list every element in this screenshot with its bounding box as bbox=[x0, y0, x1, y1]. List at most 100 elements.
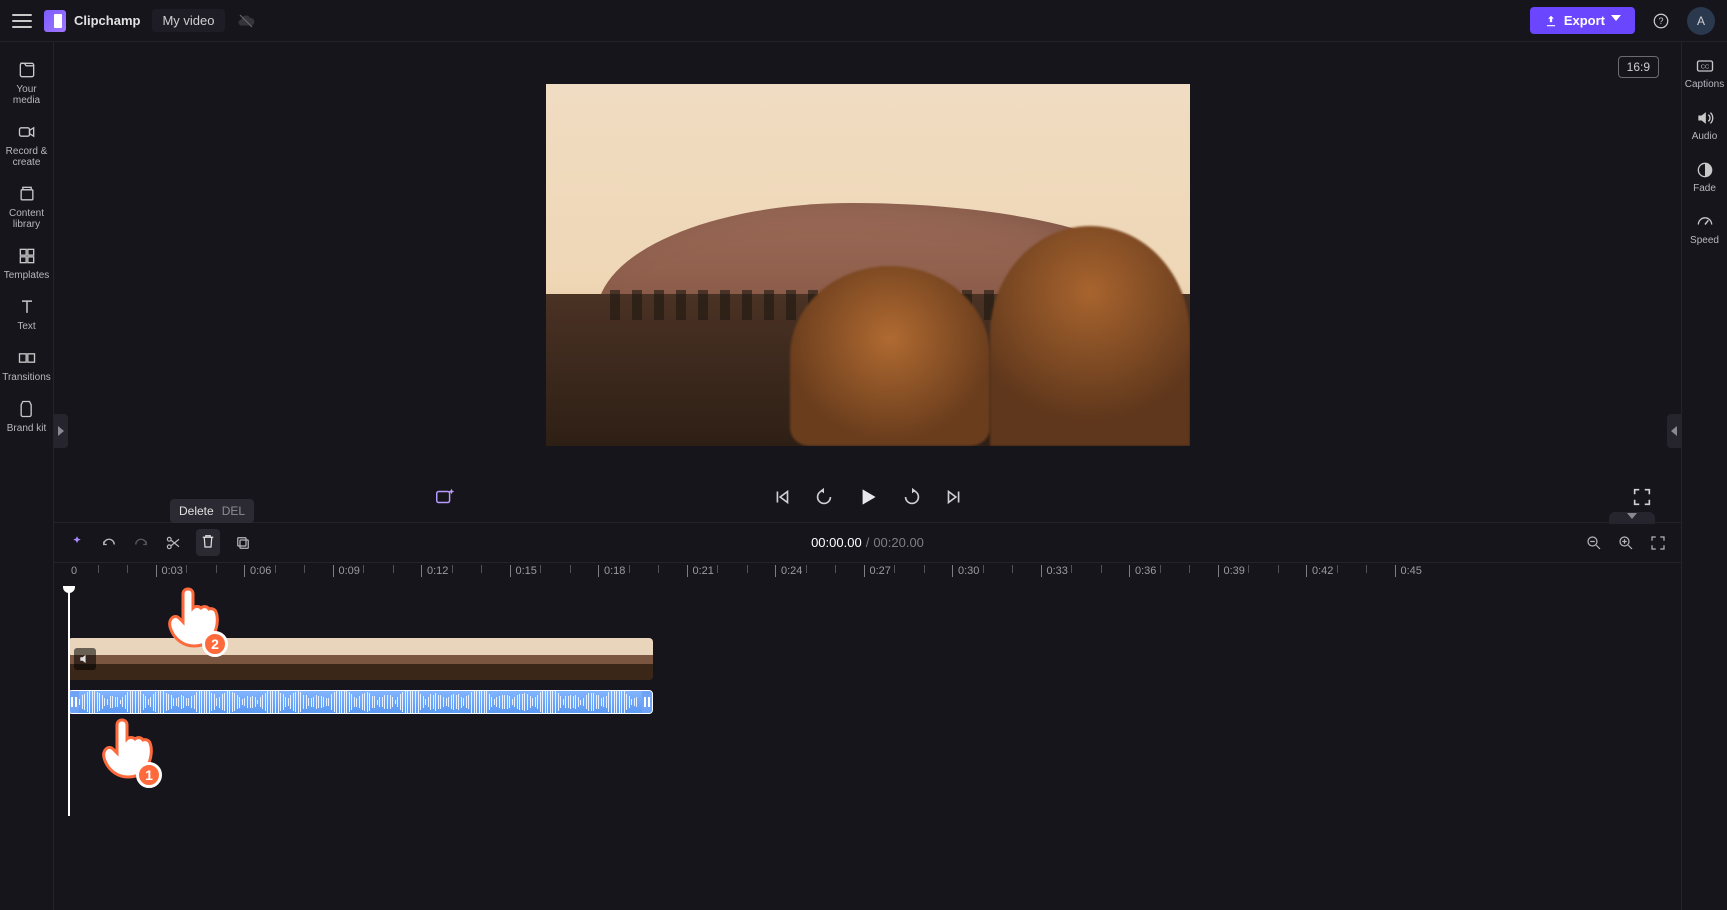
chevron-left-icon bbox=[1671, 426, 1677, 436]
ruler-minor-tick bbox=[98, 565, 99, 573]
sidebar-item-speed[interactable]: Speed bbox=[1682, 212, 1727, 246]
duplicate-icon[interactable] bbox=[234, 534, 252, 552]
project-title[interactable]: My video bbox=[152, 9, 224, 32]
ruler-label: 0:15 bbox=[513, 565, 537, 577]
split-scissors-icon[interactable] bbox=[164, 534, 182, 552]
ruler-minor-tick bbox=[894, 565, 895, 573]
ruler-minor-tick bbox=[363, 565, 364, 573]
sidebar-item-record-create[interactable]: Record & create bbox=[0, 116, 54, 178]
zoom-fit-icon[interactable] bbox=[1649, 534, 1667, 552]
audio-clip-selected[interactable] bbox=[68, 690, 653, 714]
sidebar-item-your-media[interactable]: Your media bbox=[0, 54, 54, 116]
rewind-5-icon[interactable] bbox=[813, 486, 835, 508]
ruler-label: 0:42 bbox=[1309, 565, 1333, 577]
ruler-label: 0:33 bbox=[1044, 565, 1068, 577]
ruler-tick bbox=[1306, 565, 1307, 577]
svg-text:?: ? bbox=[1658, 16, 1663, 26]
sidebar-label: Captions bbox=[1682, 79, 1727, 90]
help-icon: ? bbox=[1652, 12, 1670, 30]
ruler-minor-tick bbox=[1071, 565, 1072, 573]
ruler-label: 0:21 bbox=[690, 565, 714, 577]
zoom-in-icon[interactable] bbox=[1617, 534, 1635, 552]
ruler-minor-tick bbox=[275, 565, 276, 573]
video-preview[interactable] bbox=[546, 84, 1190, 446]
skip-start-icon[interactable] bbox=[771, 486, 793, 508]
ruler-tick bbox=[1395, 565, 1396, 577]
sidebar-item-content-library[interactable]: Content library bbox=[0, 178, 54, 240]
ruler-label: 0:45 bbox=[1398, 565, 1422, 577]
delete-trash-icon[interactable] bbox=[199, 532, 217, 550]
clip-mute-icon[interactable] bbox=[74, 648, 96, 670]
clip-trim-end-handle[interactable] bbox=[642, 691, 652, 713]
sidebar-item-captions[interactable]: CC Captions bbox=[1682, 56, 1727, 90]
skip-end-icon[interactable] bbox=[943, 486, 965, 508]
current-time: 00:00.00 bbox=[811, 535, 862, 550]
ruler-minor-tick bbox=[1012, 565, 1013, 573]
ruler-minor-tick bbox=[186, 565, 187, 573]
ruler-tick bbox=[333, 565, 334, 577]
text-icon bbox=[17, 297, 37, 317]
sidebar-item-brand-kit[interactable]: Brand kit bbox=[0, 393, 54, 444]
sidebar-label: Text bbox=[2, 321, 52, 332]
ruler-minor-tick bbox=[540, 565, 541, 573]
video-clip[interactable] bbox=[68, 638, 653, 680]
ruler-tick bbox=[1041, 565, 1042, 577]
forward-5-icon[interactable] bbox=[901, 486, 923, 508]
ai-sparkle-icon[interactable] bbox=[434, 486, 456, 508]
ruler-tick bbox=[244, 565, 245, 577]
timeline-tracks[interactable]: 2 1 bbox=[54, 586, 1681, 816]
sidebar-item-audio[interactable]: Audio bbox=[1682, 108, 1727, 142]
ruler-minor-tick bbox=[127, 565, 128, 573]
sidebar-label: Audio bbox=[1682, 131, 1727, 142]
audio-icon bbox=[1695, 108, 1715, 128]
ruler-minor-tick bbox=[1366, 565, 1367, 573]
timecode-display: 00:00.00 / 00:20.00 bbox=[811, 535, 924, 550]
sidebar-item-templates[interactable]: Templates bbox=[0, 240, 54, 291]
clip-trim-start-handle[interactable] bbox=[69, 691, 79, 713]
playhead[interactable] bbox=[68, 586, 70, 816]
ruler-label: 0:18 bbox=[601, 565, 625, 577]
delete-tooltip: Delete DEL bbox=[170, 499, 254, 523]
upload-icon bbox=[1544, 14, 1558, 28]
time-separator: / bbox=[866, 535, 870, 550]
ruler-label: 0:03 bbox=[159, 565, 183, 577]
sidebar-item-transitions[interactable]: Transitions bbox=[0, 342, 54, 393]
help-button[interactable]: ? bbox=[1647, 7, 1675, 35]
ruler-minor-tick bbox=[570, 565, 571, 573]
captions-icon: CC bbox=[1695, 56, 1715, 76]
play-icon[interactable] bbox=[855, 484, 881, 510]
zoom-out-icon[interactable] bbox=[1585, 534, 1603, 552]
avatar-letter: A bbox=[1697, 14, 1705, 28]
menu-button[interactable] bbox=[12, 14, 32, 28]
ruler-minor-tick bbox=[1101, 565, 1102, 573]
timeline-ruler[interactable]: 00:030:060:090:120:150:180:210:240:270:3… bbox=[54, 562, 1681, 586]
ruler-tick bbox=[156, 565, 157, 577]
sidebar-item-text[interactable]: Text bbox=[0, 291, 54, 342]
right-panel-expand-button[interactable] bbox=[1667, 414, 1681, 448]
undo-icon[interactable] bbox=[100, 534, 118, 552]
left-sidebar: Your media Record & create Content libra… bbox=[0, 42, 54, 910]
ruler-zero-label: 0 bbox=[68, 565, 77, 577]
aspect-ratio-button[interactable]: 16:9 bbox=[1618, 56, 1659, 78]
ruler-tick bbox=[1218, 565, 1219, 577]
ruler-label: 0:06 bbox=[247, 565, 271, 577]
ruler-label: 0:30 bbox=[955, 565, 979, 577]
transitions-icon bbox=[17, 348, 37, 368]
ruler-minor-tick bbox=[1278, 565, 1279, 573]
redo-icon[interactable] bbox=[132, 534, 150, 552]
ruler-minor-tick bbox=[216, 565, 217, 573]
ruler-minor-tick bbox=[304, 565, 305, 573]
sidebar-label: Your media bbox=[2, 84, 52, 106]
ruler-minor-tick bbox=[629, 565, 630, 573]
fullscreen-icon[interactable] bbox=[1631, 486, 1653, 508]
sidebar-item-fade[interactable]: Fade bbox=[1682, 160, 1727, 194]
export-button[interactable]: Export bbox=[1530, 7, 1635, 34]
account-avatar[interactable]: A bbox=[1687, 7, 1715, 35]
editor-center: 16:9 Delete DEL bbox=[54, 42, 1681, 910]
ruler-label: 0:12 bbox=[424, 565, 448, 577]
sidebar-label: Speed bbox=[1682, 235, 1727, 246]
ruler-label: 0:24 bbox=[778, 565, 802, 577]
ai-tool-icon[interactable] bbox=[68, 534, 86, 552]
annotation-hand-step1: 1 bbox=[96, 714, 160, 786]
brandkit-icon bbox=[17, 399, 37, 419]
